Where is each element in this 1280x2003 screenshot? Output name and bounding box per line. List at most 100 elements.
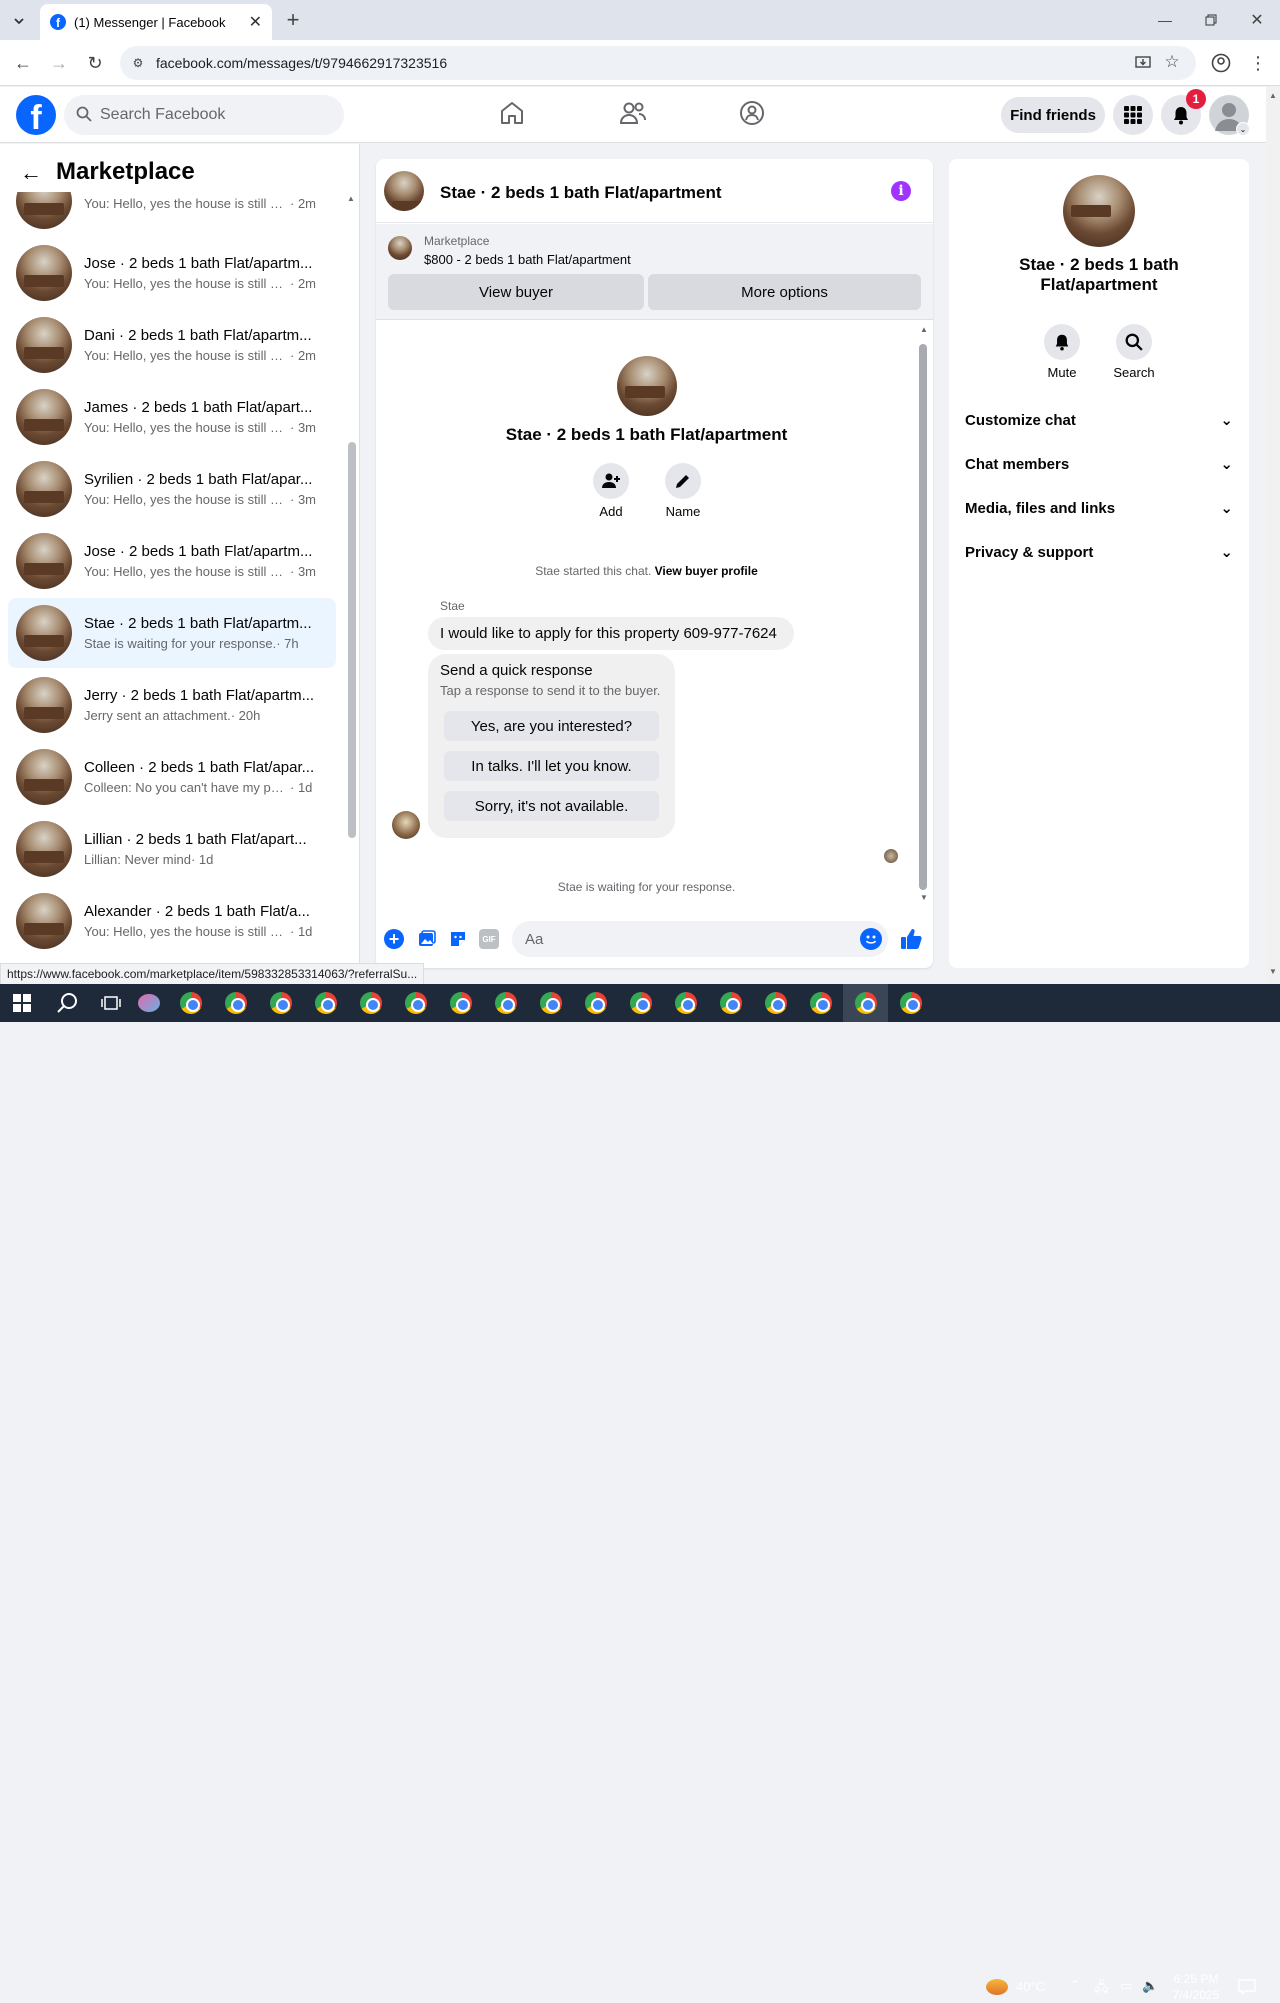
chat-members-row[interactable]: Chat members ⌄ xyxy=(965,455,1233,474)
groups-icon[interactable] xyxy=(738,99,768,129)
network-icon[interactable]: 🖧 xyxy=(1094,1978,1109,2000)
chrome-taskbar-icon[interactable] xyxy=(708,984,753,1022)
conversation-item[interactable]: Dani · 2 beds 1 bath Flat/apartm... You:… xyxy=(8,310,336,380)
close-window-icon[interactable]: ✕ xyxy=(1244,8,1270,32)
home-icon[interactable] xyxy=(498,99,528,129)
chrome-taskbar-icon[interactable] xyxy=(348,984,393,1022)
chrome-taskbar-icon[interactable] xyxy=(438,984,483,1022)
chat-scrollbar[interactable] xyxy=(919,344,927,890)
listing-title[interactable]: $800 - 2 beds 1 bath Flat/apartment xyxy=(424,252,631,267)
clock[interactable]: 6:25 PM 7/4/2025 xyxy=(1166,1971,1226,2003)
browser-menu-icon[interactable]: ⋮ xyxy=(1248,50,1268,76)
privacy-support-row[interactable]: Privacy & support ⌄ xyxy=(965,543,1233,562)
conversation-item[interactable]: Jerry · 2 beds 1 bath Flat/apartm... Jer… xyxy=(8,670,336,740)
weather-icon[interactable] xyxy=(986,1979,1008,1995)
task-view-icon[interactable] xyxy=(92,984,130,1022)
scroll-down-icon[interactable]: ▼ xyxy=(1269,967,1277,976)
notifications-icon[interactable]: 1 xyxy=(1161,89,1206,135)
taskbar-search-icon[interactable] xyxy=(44,984,92,1022)
address-field[interactable]: ⚙ facebook.com/messages/t/97946629173235… xyxy=(120,46,1196,80)
list-scroll-up-icon[interactable]: ▲ xyxy=(347,194,355,203)
chat-scroll-down-icon[interactable]: ▼ xyxy=(920,893,928,902)
chrome-taskbar-icon[interactable] xyxy=(573,984,618,1022)
emoji-icon[interactable] xyxy=(860,928,882,950)
chrome-taskbar-icon[interactable] xyxy=(168,984,213,1022)
notification-center-icon[interactable] xyxy=(1238,1978,1256,2001)
quick-reply-in-talks[interactable]: In talks. I'll let you know. xyxy=(444,751,659,781)
weather-temp[interactable]: 40°C xyxy=(1016,1979,1045,1994)
profile-icon[interactable] xyxy=(1208,50,1234,76)
add-person-icon[interactable] xyxy=(593,463,629,499)
reload-icon[interactable]: ↻ xyxy=(82,50,108,76)
chrome-taskbar-icon[interactable] xyxy=(528,984,573,1022)
menu-grid-icon[interactable] xyxy=(1113,95,1153,135)
page-scrollbar[interactable]: ▲ ▼ xyxy=(1266,87,1280,984)
gif-icon[interactable]: GIF xyxy=(479,929,499,949)
view-buyer-profile-link[interactable]: View buyer profile xyxy=(655,564,758,578)
customize-chat-row[interactable]: Customize chat ⌄ xyxy=(965,411,1233,430)
edit-name-icon[interactable] xyxy=(665,463,701,499)
chrome-taskbar-icon-active[interactable] xyxy=(843,984,888,1022)
chrome-taskbar-icon[interactable] xyxy=(393,984,438,1022)
site-info-icon[interactable]: ⚙ xyxy=(130,55,146,71)
chrome-taskbar-icon[interactable] xyxy=(483,984,528,1022)
info-icon[interactable]: i xyxy=(891,181,911,201)
conversation-item[interactable]: Jose · 2 beds 1 bath Flat/apartm... You:… xyxy=(8,526,336,596)
back-arrow-icon[interactable]: ← xyxy=(20,160,42,186)
tab-search-icon[interactable] xyxy=(6,8,32,34)
chrome-taskbar-icon[interactable] xyxy=(618,984,663,1022)
taskbar-app-icon[interactable] xyxy=(130,984,168,1022)
chrome-taskbar-icon[interactable] xyxy=(888,984,933,1022)
friends-icon[interactable] xyxy=(618,99,648,129)
search-conversation-icon[interactable] xyxy=(1116,324,1152,360)
tray-chevron-icon[interactable]: ⌃ xyxy=(1070,1978,1080,1992)
media-files-links-row[interactable]: Media, files and links ⌄ xyxy=(965,499,1233,518)
find-friends-button[interactable]: Find friends xyxy=(1001,97,1105,133)
bookmark-star-icon[interactable]: ☆ xyxy=(1162,52,1182,72)
new-tab-icon[interactable]: + xyxy=(282,7,304,32)
plus-icon[interactable]: + xyxy=(384,929,404,949)
message-input[interactable]: Aa xyxy=(512,921,888,957)
account-avatar[interactable]: ⌄ xyxy=(1209,95,1250,136)
sender-avatar[interactable] xyxy=(392,811,420,839)
facebook-search-input[interactable]: Search Facebook xyxy=(64,95,344,135)
install-app-icon[interactable] xyxy=(1134,54,1152,72)
forward-icon[interactable]: → xyxy=(46,50,72,76)
conversation-item[interactable]: Lillian · 2 beds 1 bath Flat/apart... Li… xyxy=(8,814,336,884)
chat-title[interactable]: Stae · 2 beds 1 bath Flat/apartment xyxy=(440,183,722,203)
message-bubble[interactable]: I would like to apply for this property … xyxy=(428,617,794,650)
mute-bell-icon[interactable] xyxy=(1044,324,1080,360)
browser-tab[interactable]: f (1) Messenger | Facebook ✕ xyxy=(40,4,272,40)
conversation-item[interactable]: Colleen · 2 beds 1 bath Flat/apar... Col… xyxy=(8,742,336,812)
sticker-icon[interactable] xyxy=(448,929,468,954)
minimize-icon[interactable]: — xyxy=(1152,8,1178,32)
chrome-taskbar-icon[interactable] xyxy=(663,984,708,1022)
chrome-taskbar-icon[interactable] xyxy=(753,984,798,1022)
more-options-button[interactable]: More options xyxy=(648,274,921,310)
chrome-taskbar-icon[interactable] xyxy=(258,984,303,1022)
chat-scroll-up-icon[interactable]: ▲ xyxy=(920,325,928,334)
conversation-item-selected[interactable]: Stae · 2 beds 1 bath Flat/apartm... Stae… xyxy=(8,598,336,668)
chrome-taskbar-icon[interactable] xyxy=(798,984,843,1022)
volume-icon[interactable]: 🔈 xyxy=(1142,1978,1158,1994)
view-buyer-button[interactable]: View buyer xyxy=(388,274,644,310)
conversation-item[interactable]: Jose · 2 beds 1 bath Flat/apartm... You:… xyxy=(8,238,336,308)
facebook-logo-icon[interactable]: f xyxy=(16,95,56,135)
conversation-item[interactable]: Syrilien · 2 beds 1 bath Flat/apar... Yo… xyxy=(8,454,336,524)
conversation-list-scrollbar[interactable] xyxy=(348,442,356,838)
conversation-item[interactable]: James · 2 beds 1 bath Flat/apart... You:… xyxy=(8,382,336,452)
scroll-up-icon[interactable]: ▲ xyxy=(1269,91,1277,100)
quick-reply-interested[interactable]: Yes, are you interested? xyxy=(444,711,659,741)
chrome-taskbar-icon[interactable] xyxy=(213,984,258,1022)
chat-avatar[interactable] xyxy=(384,171,424,211)
meet-now-icon[interactable]: ▭ xyxy=(1120,1978,1132,1994)
conversation-item[interactable]: You: Hello, yes the house is still av...… xyxy=(8,192,336,236)
quick-reply-not-available[interactable]: Sorry, it's not available. xyxy=(444,791,659,821)
back-icon[interactable]: ← xyxy=(10,50,36,76)
photo-icon[interactable] xyxy=(417,929,437,954)
restore-icon[interactable] xyxy=(1198,8,1224,32)
chrome-taskbar-icon[interactable] xyxy=(303,984,348,1022)
windows-start-icon[interactable] xyxy=(0,984,44,1022)
conversation-item[interactable]: Alexander · 2 beds 1 bath Flat/a... You:… xyxy=(8,886,336,956)
like-thumb-icon[interactable] xyxy=(899,927,923,956)
